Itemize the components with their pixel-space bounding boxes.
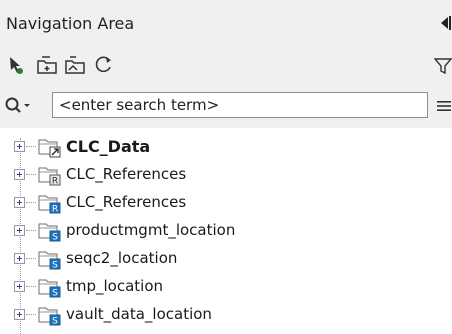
menu-icon[interactable] <box>436 98 452 114</box>
new-folder-icon[interactable] <box>36 54 58 76</box>
tree-item-label: CLC_References <box>66 193 187 211</box>
tree-item-label: seqc2_location <box>66 249 178 267</box>
tree-item-label: CLC_Data <box>66 137 151 156</box>
expand-plus-icon[interactable] <box>14 281 25 292</box>
panel-header: Navigation Area <box>0 0 452 46</box>
tree-branch <box>26 314 36 315</box>
location-folder-icon: S <box>38 276 62 299</box>
expand-plus-icon[interactable] <box>14 197 25 208</box>
tree-item-label: vault_data_location <box>66 305 212 323</box>
tree-item[interactable]: S vault_data_location <box>0 300 452 328</box>
tree-branch <box>26 174 36 175</box>
search-input[interactable] <box>52 92 428 118</box>
location-folder-icon <box>38 136 62 158</box>
svg-text:R: R <box>52 205 58 215</box>
location-folder-icon: R <box>38 164 62 187</box>
tree-item-label: CLC_References <box>66 165 187 183</box>
filter-icon[interactable] <box>433 56 452 76</box>
navigation-tree: CLC_Data R CLC_References R CLC_Referenc <box>0 128 452 334</box>
search-bar <box>0 84 452 128</box>
tree-item[interactable]: CLC_Data <box>0 132 452 160</box>
expand-plus-icon[interactable] <box>14 225 25 236</box>
tree-branch <box>26 146 36 147</box>
tree-item[interactable]: R CLC_References <box>0 188 452 216</box>
refresh-icon[interactable] <box>92 54 114 76</box>
svg-text:R: R <box>52 177 58 187</box>
open-folder-icon[interactable] <box>64 54 86 76</box>
toolbar <box>0 46 452 84</box>
tree-branch <box>26 230 36 231</box>
tree-item-label: tmp_location <box>66 277 164 295</box>
tree-item[interactable]: S seqc2_location <box>0 244 452 272</box>
svg-text:S: S <box>52 289 58 299</box>
svg-text:S: S <box>52 261 58 271</box>
location-folder-icon: R <box>38 192 62 215</box>
collapse-left-icon[interactable] <box>436 14 452 32</box>
pointer-icon[interactable] <box>6 54 28 76</box>
tree-branch <box>26 202 36 203</box>
panel-title: Navigation Area <box>6 14 135 33</box>
svg-text:S: S <box>52 317 58 327</box>
tree-branch <box>26 258 36 259</box>
expand-plus-icon[interactable] <box>14 253 25 264</box>
location-folder-icon: S <box>38 248 62 271</box>
tree-item[interactable]: R CLC_References <box>0 160 452 188</box>
tree-item-label: productmgmt_location <box>66 221 236 239</box>
location-folder-icon: S <box>38 220 62 243</box>
tree-item[interactable]: S productmgmt_location <box>0 216 452 244</box>
location-folder-icon: S <box>38 304 62 327</box>
expand-plus-icon[interactable] <box>14 309 25 320</box>
tree-item[interactable]: S tmp_location <box>0 272 452 300</box>
expand-plus-icon[interactable] <box>14 141 25 152</box>
svg-text:S: S <box>52 233 58 243</box>
search-icon[interactable] <box>4 96 48 116</box>
tree-branch <box>26 286 36 287</box>
expand-plus-icon[interactable] <box>14 169 25 180</box>
